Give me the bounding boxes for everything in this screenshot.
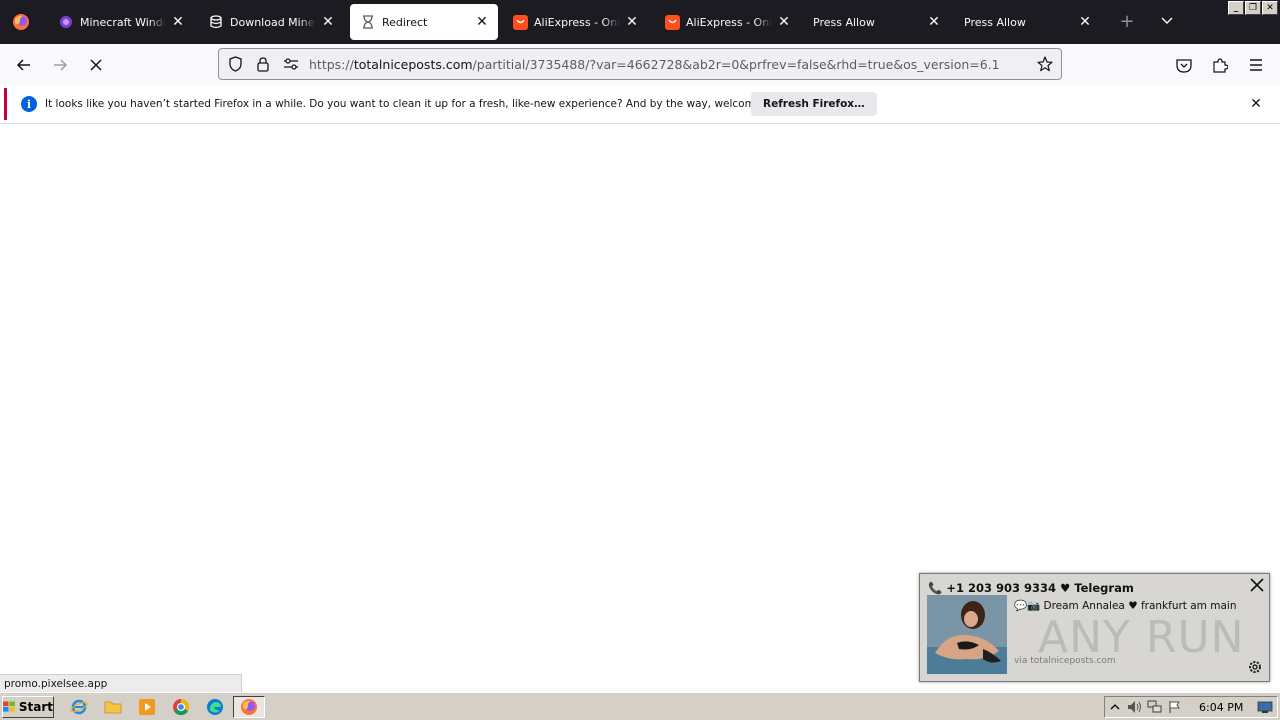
tab-strip: Minecraft Windows ✕ Download Minecraft ✕… bbox=[0, 0, 1280, 44]
gear-icon[interactable] bbox=[1247, 659, 1263, 675]
status-panel: promo.pixelsee.app bbox=[0, 674, 242, 692]
url-bar[interactable]: https://totalniceposts.com/partitial/373… bbox=[218, 48, 1062, 80]
windows-taskbar: Start 6:04 PM bbox=[0, 692, 1280, 720]
tab-title: Press Allow bbox=[813, 15, 875, 29]
close-window-icon[interactable]: ✕ bbox=[1262, 1, 1278, 15]
media-player-icon[interactable] bbox=[136, 697, 158, 717]
firefox-logo-icon bbox=[13, 14, 29, 30]
popup-phone-line: 📞 +1 203 903 9334 ♥ Telegram bbox=[928, 581, 1134, 595]
firefox-taskbar-icon[interactable] bbox=[233, 696, 265, 718]
notification-message: It looks like you haven’t started Firefo… bbox=[45, 98, 794, 110]
hourglass-icon bbox=[360, 14, 376, 30]
pocket-icon[interactable] bbox=[1172, 53, 1196, 77]
tab-close-icon[interactable]: ✕ bbox=[320, 14, 336, 30]
tab-aliexpress-2[interactable]: AliExpress - Online S ✕ bbox=[654, 4, 800, 40]
url-text[interactable]: https://totalniceposts.com/partitial/373… bbox=[309, 57, 1031, 72]
tab-close-icon[interactable]: ✕ bbox=[776, 14, 792, 30]
firefox-view-button[interactable] bbox=[0, 0, 42, 44]
database-icon bbox=[208, 14, 224, 30]
navigation-toolbar: https://totalniceposts.com/partitial/373… bbox=[0, 44, 1280, 85]
tab-close-icon[interactable]: ✕ bbox=[926, 14, 942, 30]
tab-close-icon[interactable]: ✕ bbox=[1077, 14, 1093, 30]
refresh-firefox-button[interactable]: Refresh Firefox… bbox=[751, 92, 877, 116]
aliexpress-icon bbox=[512, 14, 528, 30]
start-button[interactable]: Start bbox=[2, 696, 54, 718]
popup-close-icon[interactable] bbox=[1248, 576, 1266, 594]
bookmark-star-icon[interactable] bbox=[1031, 50, 1059, 78]
tab-title: AliExpress - Online S bbox=[534, 15, 620, 29]
refresh-firefox-notification: i It looks like you haven’t started Fire… bbox=[4, 88, 1276, 120]
popup-thumbnail-image[interactable] bbox=[927, 595, 1007, 674]
anyrun-watermark: ANY RUN bbox=[1038, 612, 1245, 663]
notification-close-icon[interactable]: ✕ bbox=[1248, 96, 1264, 112]
action-center-flag-icon[interactable] bbox=[1165, 698, 1185, 716]
tab-aliexpress-1[interactable]: AliExpress - Online S ✕ bbox=[502, 4, 648, 40]
url-scheme: https:// bbox=[309, 56, 354, 72]
show-desktop-icon[interactable] bbox=[1255, 698, 1275, 716]
tab-minecraft-windows[interactable]: Minecraft Windows ✕ bbox=[48, 4, 194, 40]
chrome-icon[interactable] bbox=[170, 697, 192, 717]
list-all-tabs-chevron-down-icon[interactable] bbox=[1156, 10, 1178, 32]
tab-download-minecraft[interactable]: Download Minecraft ✕ bbox=[198, 4, 344, 40]
tab-title: AliExpress - Online S bbox=[686, 15, 772, 29]
extensions-puzzle-icon[interactable] bbox=[1208, 53, 1232, 77]
aliexpress-icon bbox=[664, 14, 680, 30]
lock-icon[interactable] bbox=[249, 50, 277, 78]
minimize-icon[interactable]: _ bbox=[1228, 1, 1244, 15]
info-icon: i bbox=[21, 96, 37, 112]
volume-speaker-icon[interactable] bbox=[1125, 698, 1145, 716]
restore-icon[interactable]: ❐ bbox=[1245, 1, 1261, 15]
back-arrow-icon[interactable] bbox=[12, 53, 36, 77]
tab-close-icon[interactable]: ✕ bbox=[624, 14, 640, 30]
permissions-sliders-icon[interactable] bbox=[277, 50, 305, 78]
tab-press-allow-1[interactable]: Press Allow ✕ bbox=[804, 4, 950, 40]
network-icon[interactable] bbox=[1145, 698, 1165, 716]
windows-logo-icon bbox=[3, 701, 15, 712]
system-tray: 6:04 PM bbox=[1104, 696, 1278, 718]
edge-icon[interactable] bbox=[204, 697, 226, 717]
file-explorer-folder-icon[interactable] bbox=[102, 697, 124, 717]
hamburger-menu-icon[interactable] bbox=[1244, 53, 1268, 77]
taskbar-clock[interactable]: 6:04 PM bbox=[1199, 701, 1243, 714]
tab-title: Redirect bbox=[382, 15, 428, 29]
tab-close-icon[interactable]: ✕ bbox=[170, 14, 186, 30]
tab-press-allow-2[interactable]: Press Allow ✕ bbox=[955, 4, 1101, 40]
tab-title: Download Minecraft bbox=[230, 15, 316, 29]
tab-title: Minecraft Windows bbox=[80, 15, 166, 29]
url-path: /partitial/3735488/?var=4662728&ab2r=0&p… bbox=[472, 56, 1000, 72]
popup-subtitle: 💬📷 Dream Annalea ♥ frankfurt am main bbox=[1014, 600, 1237, 612]
url-host: totalniceposts.com bbox=[353, 56, 473, 72]
start-label: Start bbox=[18, 700, 53, 714]
stop-loading-x-icon[interactable] bbox=[84, 53, 108, 77]
new-tab-plus-icon[interactable]: + bbox=[1116, 10, 1138, 32]
tab-redirect[interactable]: Redirect ✕ bbox=[350, 4, 498, 40]
show-hidden-icons-chevron-up-icon[interactable] bbox=[1105, 698, 1125, 716]
watermark-text: ANY RUN bbox=[1038, 612, 1245, 663]
forward-arrow-icon[interactable] bbox=[48, 53, 72, 77]
minecraft-purple-icon bbox=[58, 14, 74, 30]
tab-title: Press Allow bbox=[964, 15, 1026, 29]
tab-close-icon[interactable]: ✕ bbox=[474, 14, 490, 30]
tracking-protection-shield-icon[interactable] bbox=[221, 50, 249, 78]
window-controls: _ ❐ ✕ bbox=[1228, 1, 1278, 15]
internet-explorer-icon[interactable] bbox=[68, 697, 90, 717]
